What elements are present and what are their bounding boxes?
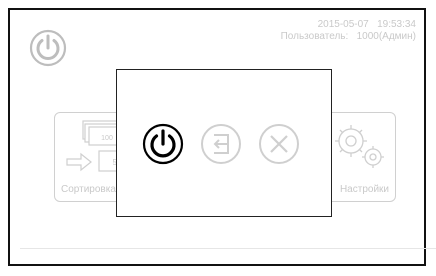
header-info: 2015-05-07 19:53:34 Пользователь: 1000(А… [281,19,416,43]
power-icon[interactable] [28,28,68,68]
logout-button[interactable] [199,122,243,166]
close-button[interactable] [257,122,301,166]
divider [20,248,436,249]
datetime-label: 2015-05-07 19:53:34 [317,19,416,30]
settings-tile-label: Настройки [339,184,389,195]
sort-tile-label: Сортировка [61,184,116,195]
power-dialog [116,69,332,217]
shutdown-button[interactable] [141,122,185,166]
stack-top-value: 100 [101,135,113,142]
user-label: Пользователь: 1000(Админ) [280,31,416,42]
gears-icon [335,125,384,168]
